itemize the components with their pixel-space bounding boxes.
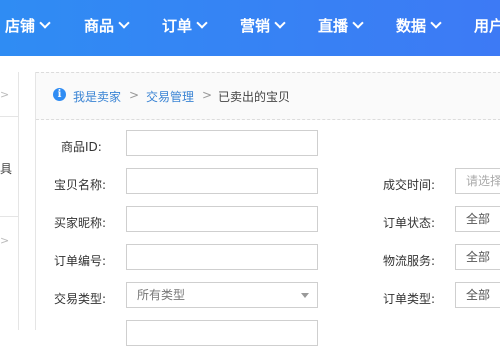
breadcrumb-link-seller[interactable]: 我是卖家 — [73, 88, 121, 105]
dropdown-caret-icon — [301, 293, 309, 298]
order-no-input[interactable] — [126, 244, 318, 270]
logistics-select[interactable]: 全部 — [455, 244, 500, 270]
nav-item-orders[interactable]: 订单 — [162, 0, 208, 56]
chevron-down-icon — [118, 17, 130, 29]
nav-item-label: 订单 — [162, 17, 193, 35]
item-name-input[interactable] — [126, 168, 318, 194]
deal-time-picker[interactable]: 请选择时间 — [455, 168, 500, 194]
nav-item-label: 店铺 — [5, 17, 36, 35]
product-id-input[interactable] — [126, 130, 318, 156]
trade-type-select[interactable]: 所有类型 — [126, 282, 318, 308]
breadcrumb-link-trade[interactable]: 交易管理 — [146, 88, 194, 105]
nav-item-label: 用户 — [474, 17, 500, 35]
breadcrumb-current: 已卖出的宝贝 — [218, 90, 291, 104]
nav-item-users[interactable]: 用户 — [474, 0, 500, 56]
nav-item-label: 数据 — [396, 17, 427, 35]
next-field-input[interactable] — [126, 320, 318, 346]
info-icon: i — [53, 88, 66, 101]
order-status-label: 订单状态: — [383, 216, 436, 230]
nav-item-label: 直播 — [318, 17, 349, 35]
order-status-select[interactable]: 全部 — [455, 206, 500, 232]
chevron-right-icon[interactable]: > — [0, 234, 9, 247]
breadcrumb-separator: > — [202, 88, 213, 102]
buyer-nick-input[interactable] — [126, 206, 318, 232]
nav-item-label: 营销 — [240, 17, 271, 35]
nav-item-products[interactable]: 商品 — [84, 0, 130, 56]
item-name-label: 宝贝名称: — [54, 178, 107, 192]
logistics-label: 物流服务: — [383, 254, 436, 268]
main-content: i 我是卖家 > 交易管理 > 已卖出的宝贝 商品ID: 宝贝名称: 买家昵称:… — [35, 72, 500, 346]
sidebar-divider — [0, 216, 18, 217]
breadcrumb-separator: > — [129, 88, 140, 102]
left-sidebar: > 具 > — [0, 72, 19, 330]
nav-item-data[interactable]: 数据 — [396, 0, 442, 56]
sidebar-divider — [0, 116, 18, 117]
chevron-down-icon — [39, 17, 51, 29]
nav-item-live[interactable]: 直播 — [318, 0, 364, 56]
order-type-select[interactable]: 全部 — [455, 282, 500, 308]
product-id-label: 商品ID: — [61, 140, 102, 154]
nav-item-marketing[interactable]: 营销 — [240, 0, 286, 56]
chevron-down-icon — [274, 17, 286, 29]
order-type-label: 订单类型: — [383, 292, 436, 306]
sidebar-item-label[interactable]: 具 — [0, 160, 12, 177]
chevron-down-icon — [352, 17, 364, 29]
chevron-down-icon — [430, 17, 442, 29]
nav-item-store[interactable]: 店铺 — [5, 0, 51, 56]
order-no-label: 订单编号: — [54, 254, 107, 268]
top-navigation: 店铺 商品 订单 营销 直播 数据 用户 — [0, 0, 500, 56]
deal-time-label: 成交时间: — [383, 178, 436, 192]
chevron-down-icon — [196, 17, 208, 29]
chevron-right-icon[interactable]: > — [0, 88, 9, 101]
breadcrumb: i 我是卖家 > 交易管理 > 已卖出的宝贝 — [36, 72, 500, 120]
trade-type-label: 交易类型: — [54, 292, 107, 306]
trade-type-value: 所有类型 — [137, 288, 186, 302]
buyer-nick-label: 买家昵称: — [54, 216, 107, 230]
nav-item-label: 商品 — [84, 17, 115, 35]
